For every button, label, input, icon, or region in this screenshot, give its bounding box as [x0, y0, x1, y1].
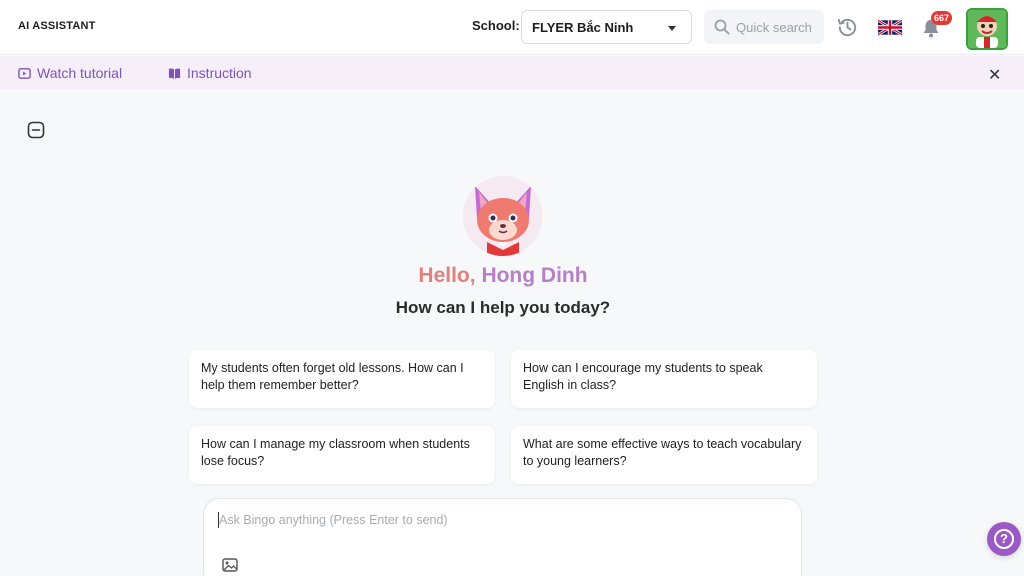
suggestion-card[interactable]: How can I encourage my students to speak… [511, 350, 817, 408]
greeting-subtitle: How can I help you today? [395, 298, 611, 317]
notification-badge: 667 [931, 11, 953, 25]
school-select[interactable]: FLYER Bắc Ninh [521, 10, 692, 44]
avatar[interactable] [966, 8, 1008, 50]
search-icon [714, 19, 730, 35]
top-header: AI ASSISTANT School: FLYER Bắc Ninh Quic… [0, 0, 1024, 55]
book-icon [168, 68, 181, 79]
search-placeholder: Quick search [736, 20, 812, 35]
collapse-sidebar-icon[interactable] [27, 121, 45, 139]
question-icon: ? [994, 529, 1014, 549]
watch-tutorial-link[interactable]: Watch tutorial [18, 65, 122, 81]
close-icon[interactable]: ✕ [988, 65, 1001, 85]
app-title: AI ASSISTANT [18, 20, 96, 32]
history-icon[interactable] [836, 16, 859, 39]
suggestion-card[interactable]: My students often forget old lessons. Ho… [189, 350, 495, 408]
tutorial-banner: Watch tutorial Instruction ✕ [0, 56, 1024, 89]
suggestion-card[interactable]: How can I manage my classroom when stude… [189, 426, 495, 484]
greeting-name: Hong Dinh [481, 264, 588, 287]
school-label: School: [472, 18, 520, 33]
image-upload-icon[interactable] [222, 558, 238, 572]
uk-flag-icon[interactable] [878, 19, 902, 36]
school-select-value: FLYER Bắc Ninh [532, 20, 634, 35]
instruction-label: Instruction [187, 65, 252, 81]
video-icon [18, 67, 31, 79]
chat-placeholder: Ask Bingo anything (Press Enter to send) [219, 513, 448, 527]
user-avatar-image [968, 10, 1006, 48]
chevron-down-icon [668, 26, 676, 31]
fox-mascot-icon [475, 186, 531, 256]
help-button[interactable]: ? [987, 522, 1021, 556]
watch-tutorial-label: Watch tutorial [37, 65, 123, 81]
greeting-title: Hello, Hong Dinh [0, 264, 1006, 288]
quick-search[interactable]: Quick search [704, 10, 824, 44]
instruction-link[interactable]: Instruction [168, 65, 252, 81]
greeting-hello: Hello, [418, 264, 476, 287]
bingo-mascot-avatar [463, 176, 543, 256]
chat-input[interactable]: Ask Bingo anything (Press Enter to send) [203, 498, 802, 576]
suggestion-card[interactable]: What are some effective ways to teach vo… [511, 426, 817, 484]
